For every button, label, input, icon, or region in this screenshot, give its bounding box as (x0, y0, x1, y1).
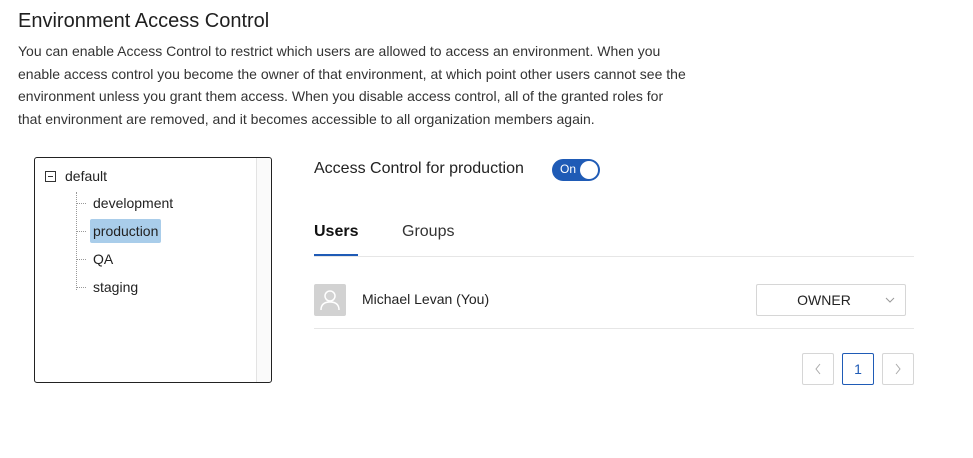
tree-node-label: QA (93, 251, 114, 267)
description-line: that environment are removed, and it bec… (18, 110, 595, 127)
tree-node-staging[interactable]: staging (76, 275, 141, 299)
collapse-icon[interactable] (45, 170, 56, 182)
tab-users[interactable]: Users (314, 222, 359, 256)
access-control-label: Access Control for production (314, 160, 524, 177)
tree-connector (76, 230, 86, 232)
toggle-state-text: On (560, 162, 577, 176)
page-title: Environment Access Control (18, 10, 270, 32)
tree-node-qa[interactable]: QA (76, 247, 116, 271)
tree-node-development[interactable]: development (76, 191, 176, 215)
access-control-toggle[interactable]: On (552, 159, 600, 181)
tree-connector (76, 286, 86, 288)
tree-node-production[interactable]: production (76, 219, 162, 243)
description-line: enable access control you become the own… (18, 65, 686, 82)
user-icon (314, 284, 346, 316)
tree-node-label: development (93, 195, 174, 211)
user-name: Michael Levan (You) (362, 291, 490, 307)
toggle-knob (580, 161, 598, 179)
description-line: You can enable Access Control to restric… (18, 43, 661, 59)
tree-connector (76, 258, 86, 260)
tree-node-label: default (65, 168, 108, 184)
pagination-prev-button[interactable] (802, 353, 834, 385)
tree-scrollbar[interactable] (256, 158, 271, 382)
role-select[interactable]: OWNER (756, 284, 906, 316)
environment-tree: default development production QA stagin… (34, 157, 272, 383)
tree-node-label: staging (93, 279, 139, 295)
page-description: You can enable Access Control to restric… (18, 40, 738, 130)
role-value: OWNER (797, 292, 851, 308)
tree-node-default[interactable]: default (45, 167, 107, 185)
description-line: environment unless you grant them access… (18, 88, 664, 104)
tab-groups[interactable]: Groups (402, 222, 454, 254)
tab-bar: Users Groups (314, 210, 914, 257)
chevron-right-icon (895, 363, 901, 375)
tree-connector (76, 202, 86, 204)
table-row: Michael Levan (You) OWNER (314, 272, 914, 329)
pagination-next-button[interactable] (882, 353, 914, 385)
tree-node-label: production (90, 219, 162, 243)
chevron-down-icon (885, 297, 895, 303)
pagination-page-1[interactable]: 1 (842, 353, 874, 385)
chevron-left-icon (815, 363, 821, 375)
